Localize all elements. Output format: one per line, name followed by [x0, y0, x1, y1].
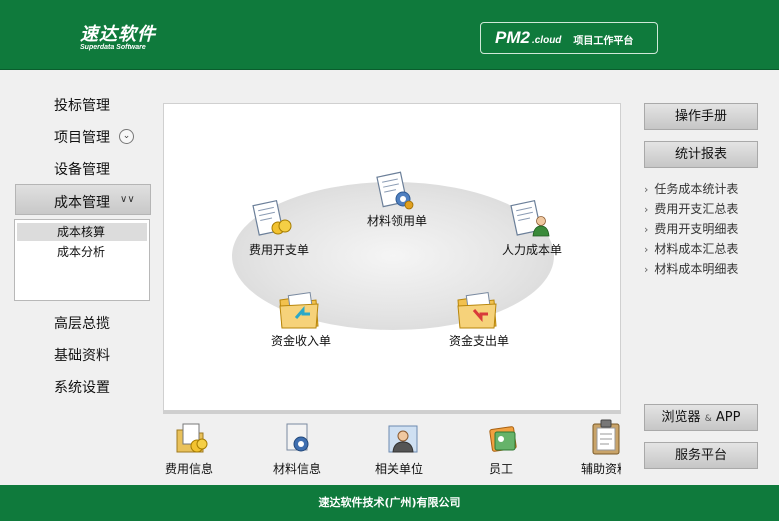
- report-link-expense-summary[interactable]: › 费用开支汇总表: [644, 200, 738, 217]
- report-link-expense-detail[interactable]: › 费用开支明细表: [644, 220, 738, 237]
- chevron-right-icon: ›: [644, 203, 649, 216]
- folder-arrow-out-icon[interactable]: [454, 288, 502, 336]
- folder-arrow-in-icon[interactable]: [276, 288, 324, 336]
- chevron-right-icon: ›: [644, 223, 649, 236]
- product-slogan: 项目工作平台: [573, 35, 634, 47]
- report-button[interactable]: 统计报表: [644, 141, 758, 168]
- footer-copyright: 速达软件技术(广州)有限公司: [318, 496, 461, 509]
- material-info-icon: [286, 423, 309, 452]
- document-gear-icon[interactable]: [372, 168, 416, 216]
- nav-item-bidding[interactable]: 投标管理: [54, 95, 110, 115]
- logo-cn: 速达软件: [80, 24, 156, 44]
- chevron-down-icon[interactable]: ⌄: [119, 129, 134, 144]
- node-label-expenditure[interactable]: 资金支出单: [449, 332, 509, 349]
- header-bar: 速达软件 Superdata Software PM2 .cloud 项目工作平…: [0, 0, 779, 70]
- related-units-icon: [388, 425, 418, 453]
- report-link-label: 费用开支汇总表: [654, 202, 739, 216]
- node-label-expense[interactable]: 费用开支单: [249, 241, 309, 258]
- nav-item-equipment[interactable]: 设备管理: [54, 159, 110, 179]
- quick-employee-label: 员工: [489, 462, 514, 476]
- report-link-label: 任务成本统计表: [654, 182, 739, 196]
- document-coins-icon[interactable]: [250, 196, 294, 244]
- logo-en: Superdata Software: [80, 44, 146, 51]
- report-link-task-cost[interactable]: › 任务成本统计表: [644, 180, 738, 197]
- quick-expense-info-label: 费用信息: [165, 462, 214, 476]
- chevron-right-icon: ›: [644, 263, 649, 276]
- node-label-labor[interactable]: 人力成本单: [502, 241, 562, 258]
- clipboard-icon: [592, 419, 620, 455]
- expense-info-icon: [176, 423, 208, 453]
- panel-divider: [163, 411, 621, 414]
- nav-item-basic-data[interactable]: 基础资料: [54, 345, 110, 365]
- workflow-panel: 材料领用单 费用开支单 人力成本单 资金收入单 资金支出单: [163, 103, 621, 411]
- product-badge: PM2 .cloud 项目工作平台: [480, 22, 658, 54]
- service-platform-button[interactable]: 服务平台: [644, 442, 758, 469]
- node-label-income[interactable]: 资金收入单: [271, 332, 331, 349]
- employee-icon: [489, 426, 517, 452]
- report-link-label: 费用开支明细表: [654, 222, 739, 236]
- report-link-material-detail[interactable]: › 材料成本明细表: [644, 260, 738, 277]
- nav-item-cost[interactable]: 成本管理 ∨∨: [15, 184, 151, 215]
- sub-item-cost-analysis[interactable]: 成本分析: [17, 243, 147, 261]
- product-suffix: .cloud: [531, 34, 562, 46]
- footer-bar: 速达软件技术(广州)有限公司: [0, 485, 779, 521]
- report-link-material-summary[interactable]: › 材料成本汇总表: [644, 240, 738, 257]
- nav-item-cost-label: 成本管理: [54, 195, 110, 211]
- quick-access-bar: 费用信息 材料信息 相关单位 员工 辅助资: [163, 416, 621, 482]
- product-name: PM2: [495, 28, 530, 47]
- nav-item-settings[interactable]: 系统设置: [54, 377, 110, 397]
- nav-item-projects[interactable]: 项目管理: [54, 127, 110, 147]
- document-person-icon[interactable]: [508, 196, 552, 244]
- browser-app-label: APP: [715, 410, 741, 425]
- sub-item-cost-accounting[interactable]: 成本核算: [17, 223, 147, 241]
- cost-submenu: 成本核算 成本分析: [14, 219, 150, 301]
- report-link-label: 材料成本汇总表: [654, 242, 739, 256]
- quick-auxiliary-label: 辅助资料: [581, 462, 621, 476]
- node-label-material[interactable]: 材料领用单: [367, 212, 427, 229]
- quick-related-units-label: 相关单位: [375, 462, 424, 476]
- quick-material-info-label: 材料信息: [273, 462, 322, 476]
- browser-label: 浏览器: [661, 410, 701, 425]
- double-chevron-down-icon[interactable]: ∨∨: [120, 194, 135, 205]
- manual-button[interactable]: 操作手册: [644, 103, 758, 130]
- chevron-right-icon: ›: [644, 183, 649, 196]
- browser-amp: &: [704, 414, 712, 424]
- chevron-right-icon: ›: [644, 243, 649, 256]
- report-link-label: 材料成本明细表: [654, 262, 739, 276]
- nav-item-overview[interactable]: 高层总揽: [54, 313, 110, 333]
- browser-app-button[interactable]: 浏览器 & APP: [644, 404, 758, 431]
- logo: 速达软件 Superdata Software: [80, 20, 156, 51]
